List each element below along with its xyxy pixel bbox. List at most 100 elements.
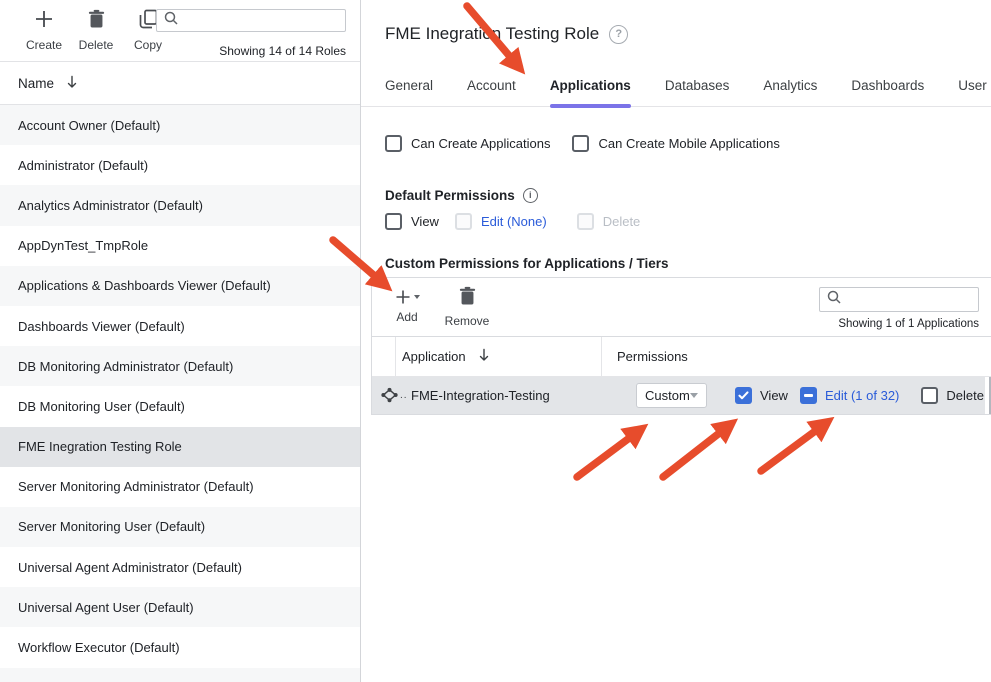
sidebar-role-item[interactable]: Analytics Administrator (Default) — [0, 185, 360, 225]
search-icon — [164, 11, 178, 30]
tab-dashboards[interactable]: Dashboards — [851, 78, 924, 106]
sidebar-role-item[interactable]: Account Owner (Default) — [0, 105, 360, 145]
checkbox[interactable] — [385, 213, 402, 230]
copy-icon — [139, 9, 158, 34]
delete-label: Delete — [946, 388, 984, 403]
plus-caret-icon — [395, 286, 420, 307]
checkbox[interactable] — [385, 135, 402, 152]
remove-label: Remove — [445, 314, 490, 328]
application-permission-row[interactable]: .. FME-Integration-Testing Custom View E… — [372, 377, 991, 414]
checkbox-label: View — [411, 214, 439, 229]
plus-icon — [34, 9, 54, 34]
roles-list-header[interactable]: Name — [0, 62, 360, 105]
checkbox-label: Edit (None) — [481, 214, 547, 229]
roles-search-input[interactable] — [184, 14, 338, 28]
delete-label: Delete — [79, 38, 114, 52]
view-permission-group: View — [735, 387, 788, 404]
delete-permission-group: Delete — [921, 387, 984, 404]
application-name: FME-Integration-Testing — [411, 388, 612, 403]
roles-list-filler — [0, 668, 360, 682]
create-checkbox-group: Can Create Mobile Applications — [572, 135, 779, 152]
sidebar-role-item[interactable]: DB Monitoring User (Default) — [0, 386, 360, 426]
role-tabs: General Account Applications Databases Analy… — [361, 78, 991, 107]
tier-node-icon: .. — [380, 387, 411, 404]
search-icon — [827, 290, 841, 309]
icon-column-header — [372, 337, 396, 376]
sidebar-role-item[interactable]: Server Monitoring Administrator (Default… — [0, 467, 360, 507]
create-checkbox-row: Can Create Applications Can Create Mobile… — [385, 135, 991, 152]
roles-search-box — [156, 9, 346, 32]
sidebar-role-item[interactable]: Server Monitoring User (Default) — [0, 507, 360, 547]
permissions-column-header: Permissions — [602, 337, 991, 376]
tab-general[interactable]: General — [385, 78, 433, 106]
sidebar-role-item[interactable]: Dashboards Viewer (Default) — [0, 306, 360, 346]
roles-showing-count: Showing 14 of 14 Roles — [219, 44, 346, 58]
checkbox-label: Delete — [603, 214, 641, 229]
checkbox-label: Can Create Mobile Applications — [598, 136, 779, 151]
default-permission-group: View — [385, 213, 439, 230]
sidebar-role-item[interactable]: Universal Agent Administrator (Default) — [0, 547, 360, 587]
permission-mode-dropdown[interactable]: Custom — [636, 383, 707, 408]
applications-search-box — [819, 287, 979, 312]
tab-account[interactable]: Account — [467, 78, 516, 106]
applications-table-header: Application Permissions — [372, 337, 991, 377]
checkbox[interactable] — [455, 213, 472, 230]
sidebar-role-item[interactable]: Administrator (Default) — [0, 145, 360, 185]
sort-arrow-down-icon[interactable] — [478, 348, 490, 365]
create-label: Create — [26, 38, 62, 52]
default-permission-options: View Edit (None) Delete — [385, 213, 991, 230]
delete-role-button[interactable]: Delete — [74, 9, 118, 52]
title-row: FME Inegration Testing Role ? — [361, 0, 991, 44]
applications-showing-count: Showing 1 of 1 Applications — [838, 318, 979, 330]
custom-permissions-widget: Add Remove Showing 1 of 1 Applications — [371, 277, 991, 415]
sidebar-role-item[interactable]: Workflow Executor (Default) — [0, 627, 360, 667]
custom-permissions-heading-row: Custom Permissions for Applications / Ti… — [385, 256, 991, 271]
default-permission-group: Delete — [577, 213, 641, 230]
application-column-header[interactable]: Application — [396, 337, 602, 376]
edit-permission-group: Edit (1 of 32) — [800, 387, 899, 404]
sidebar-role-item[interactable]: Applications & Dashboards Viewer (Defaul… — [0, 266, 360, 306]
roles-toolbar: Create Delete Copy Showing 14 of — [0, 0, 360, 62]
sidebar-role-item[interactable]: AppDynTest_TmpRole — [0, 226, 360, 266]
default-permissions-heading: Default Permissions — [385, 188, 515, 203]
sidebar-role-item[interactable]: FME Inegration Testing Role — [0, 427, 360, 467]
add-label: Add — [396, 310, 417, 324]
custom-permissions-heading: Custom Permissions for Applications / Ti… — [385, 256, 669, 271]
remove-application-button[interactable]: Remove — [444, 286, 490, 328]
permission-mode-value: Custom — [645, 388, 690, 403]
caret-down-icon — [690, 393, 698, 398]
roles-admin-page: Create Delete Copy Showing 14 of — [0, 0, 991, 682]
tab-analytics[interactable]: Analytics — [763, 78, 817, 106]
trash-icon — [88, 9, 105, 34]
page-title: FME Inegration Testing Role — [385, 24, 599, 44]
info-icon[interactable]: i — [523, 188, 538, 203]
tab-applications[interactable]: Applications — [550, 78, 631, 106]
applications-search-input[interactable] — [847, 293, 971, 307]
delete-checkbox[interactable] — [921, 387, 938, 404]
tab-user-a[interactable]: User a — [958, 78, 991, 106]
create-checkbox-group: Can Create Applications — [385, 135, 550, 152]
checkbox[interactable] — [577, 213, 594, 230]
trash-icon — [459, 286, 476, 311]
sidebar-role-item[interactable]: Universal Agent User (Default) — [0, 587, 360, 627]
view-checkbox[interactable] — [735, 387, 752, 404]
create-role-button[interactable]: Create — [22, 9, 66, 52]
edit-checkbox[interactable] — [800, 387, 817, 404]
checkbox-label: Can Create Applications — [411, 136, 550, 151]
tab-databases[interactable]: Databases — [665, 78, 730, 106]
copy-label: Copy — [134, 38, 162, 52]
default-permission-group: Edit (None) — [455, 213, 547, 230]
checkbox[interactable] — [572, 135, 589, 152]
name-column-label: Name — [18, 76, 54, 91]
edit-label[interactable]: Edit (1 of 32) — [825, 388, 899, 403]
roles-list: Account Owner (Default)Administrator (De… — [0, 105, 360, 682]
add-application-button[interactable]: Add — [390, 286, 424, 324]
role-detail-panel: FME Inegration Testing Role ? General Acc… — [361, 0, 991, 682]
view-label: View — [760, 388, 788, 403]
sort-arrow-down-icon[interactable] — [66, 75, 78, 92]
custom-permissions-toolbar: Add Remove Showing 1 of 1 Applications — [372, 278, 991, 337]
default-permissions-heading-row: Default Permissions i — [385, 188, 991, 203]
help-icon[interactable]: ? — [609, 25, 628, 44]
sidebar-role-item[interactable]: DB Monitoring Administrator (Default) — [0, 346, 360, 386]
roles-sidebar: Create Delete Copy Showing 14 of — [0, 0, 361, 682]
